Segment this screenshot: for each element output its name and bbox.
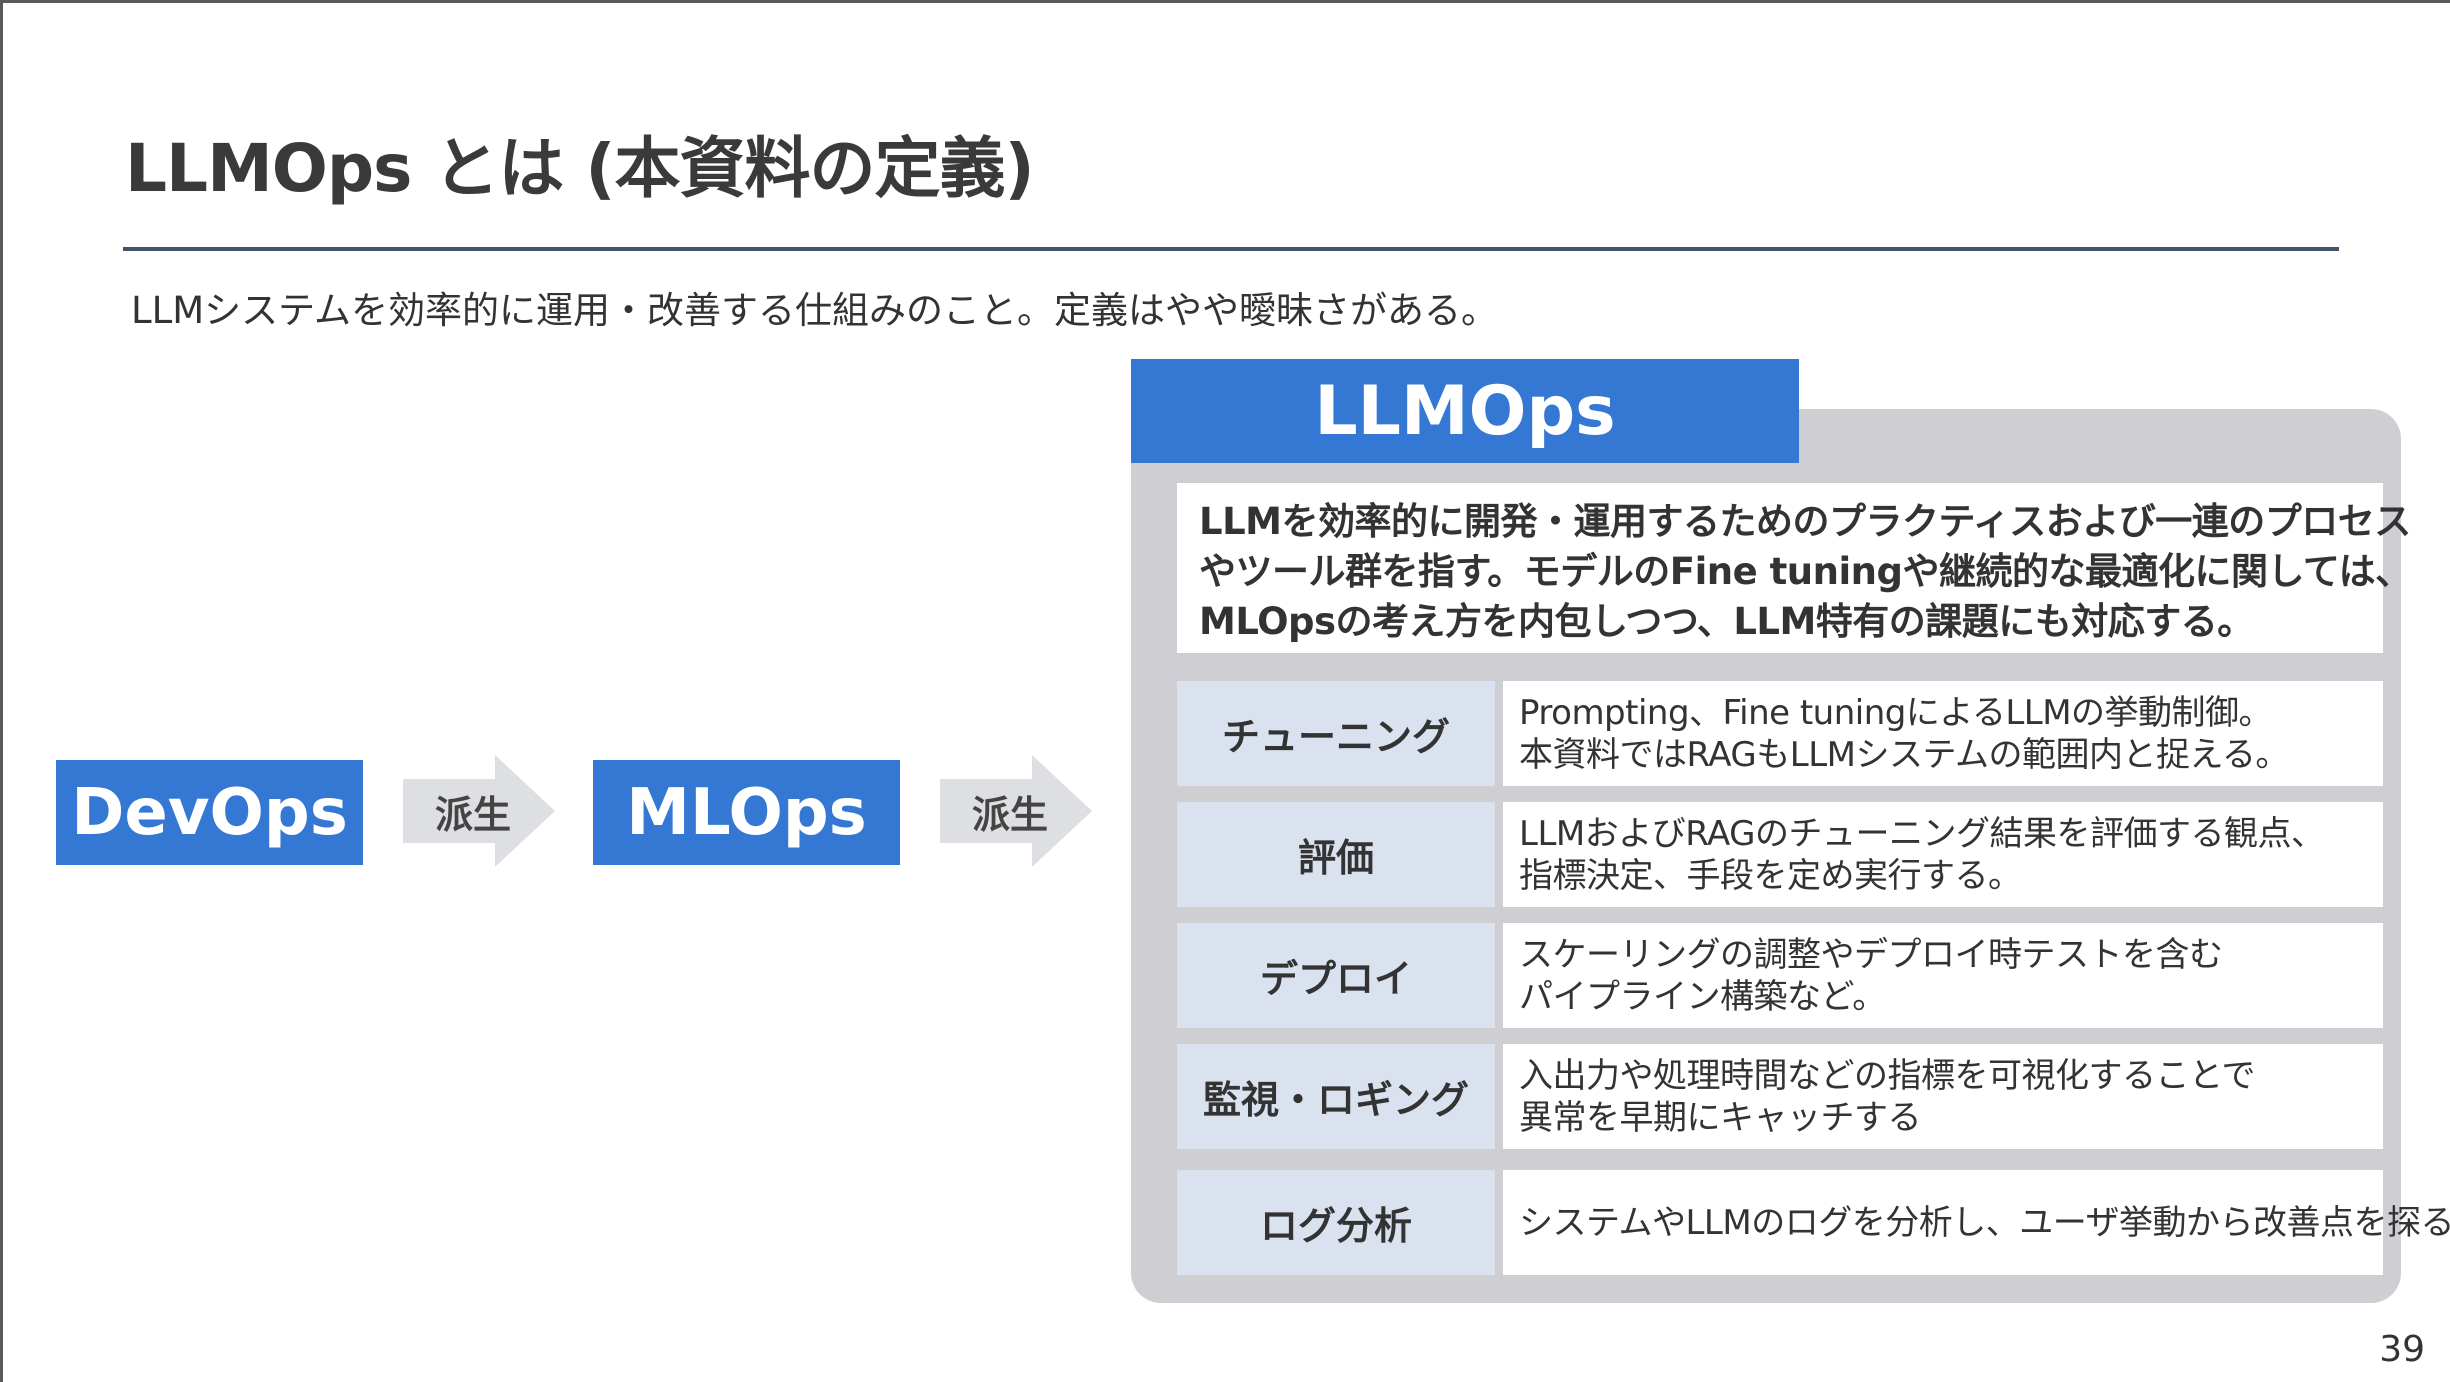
derive-arrow-2: 派生 [940, 755, 1092, 867]
description-line: LLMを効率的に開発・運用するためのプラクティスおよび一連のプロセス [1199, 500, 2411, 543]
devops-box: DevOps [56, 760, 363, 865]
row-label: ログ分析 [1177, 1170, 1495, 1275]
page-number: 39 [2379, 1329, 2425, 1370]
derive-arrow-1: 派生 [403, 755, 555, 867]
row-label: 評価 [1177, 802, 1495, 907]
row-text-line: 異常を早期にキャッチする [1519, 1097, 1922, 1138]
llmops-row-evaluation: 評価 LLMおよびRAGのチューニング結果を評価する観点、 指標決定、手段を定め… [1177, 802, 2383, 907]
title-divider [123, 247, 2339, 251]
mlops-box: MLOps [593, 760, 900, 865]
derive-label-1: 派生 [434, 792, 511, 837]
row-text-line: パイプライン構築など。 [1519, 976, 1886, 1017]
llmops-row-monitoring: 監視・ロギング 入出力や処理時間などの指標を可視化することで 異常を早期にキャッ… [1177, 1044, 2383, 1149]
row-text-line: スケーリングの調整やデプロイ時テストを含む [1519, 934, 2223, 975]
row-text: 入出力や処理時間などの指標を可視化することで 異常を早期にキャッチする [1503, 1044, 2383, 1149]
row-text-line: 指標決定、手段を定め実行する。 [1519, 855, 2022, 896]
slide-title: LLMOps とは (本資料の定義) [125, 130, 1035, 207]
slide: LLMOps とは (本資料の定義) LLMシステムを効率的に運用・改善する仕組… [0, 0, 2450, 1382]
derive-label-2: 派生 [971, 792, 1048, 837]
row-text: Prompting、Fine tuningによるLLMの挙動制御。 本資料ではR… [1503, 681, 2383, 786]
llmops-row-log-analysis: ログ分析 システムやLLMのログを分析し、ユーザ挙動から改善点を探る [1177, 1170, 2450, 1275]
llmops-row-tuning: チューニング Prompting、Fine tuningによるLLMの挙動制御。… [1177, 681, 2383, 786]
llmops-heading: LLMOps [1131, 359, 1799, 463]
slide-subtitle: LLMシステムを効率的に運用・改善する仕組みのこと。定義はやや曖昧さがある。 [131, 289, 1499, 332]
row-label: デプロイ [1177, 923, 1495, 1028]
row-text-line: 入出力や処理時間などの指標を可視化することで [1519, 1055, 2255, 1096]
row-text: LLMおよびRAGのチューニング結果を評価する観点、 指標決定、手段を定め実行す… [1503, 802, 2383, 907]
row-label: 監視・ロギング [1177, 1044, 1495, 1149]
row-text-line: 本資料ではRAGもLLMシステムの範囲内と捉える。 [1519, 734, 2289, 775]
llmops-description: LLMを効率的に開発・運用するためのプラクティスおよび一連のプロセス やツール群… [1177, 483, 2412, 653]
description-line: MLOpsの考え方を内包しつつ、LLM特有の課題にも対応する。 [1199, 600, 2254, 643]
llmops-row-deploy: デプロイ スケーリングの調整やデプロイ時テストを含む パイプライン構築など。 [1177, 923, 2383, 1028]
row-text-line: Prompting、Fine tuningによるLLMの挙動制御。 [1519, 692, 2273, 733]
row-label: チューニング [1177, 681, 1495, 786]
row-text: システムやLLMのログを分析し、ユーザ挙動から改善点を探る [1503, 1170, 2450, 1275]
row-text-line: LLMおよびRAGのチューニング結果を評価する観点、 [1519, 813, 2325, 854]
row-text: スケーリングの調整やデプロイ時テストを含む パイプライン構築など。 [1503, 923, 2383, 1028]
row-text-line: システムやLLMのログを分析し、ユーザ挙動から改善点を探る [1519, 1202, 2450, 1243]
description-line: やツール群を指す。モデルのFine tuningや継続的な最適化に関しては、 [1199, 550, 2412, 593]
